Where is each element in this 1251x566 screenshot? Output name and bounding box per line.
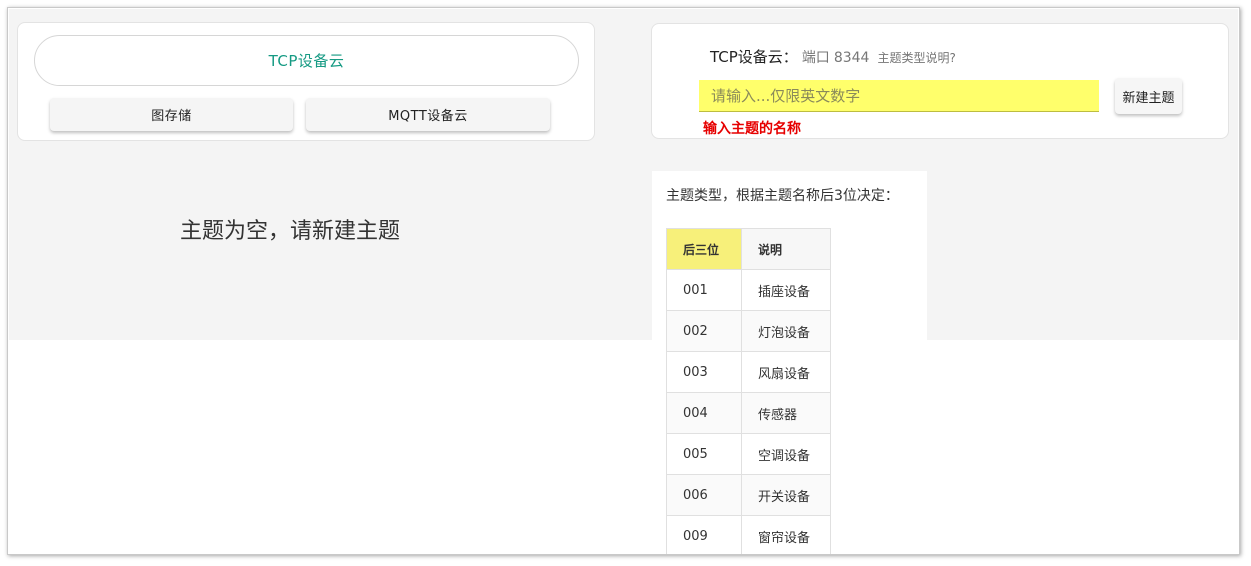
mqtt-device-cloud-button[interactable]: MQTT设备云 xyxy=(306,98,550,131)
table-header-row: 后三位 说明 xyxy=(666,228,831,270)
topic-type-table: 后三位 说明 001 插座设备 002 灯泡设备 003 风扇设备 004 传感… xyxy=(666,228,831,554)
topic-type-help-link[interactable]: 主题类型说明? xyxy=(877,51,955,65)
card-title: TCP设备云： xyxy=(710,48,798,66)
suffix-cell: 006 xyxy=(666,474,742,516)
description-cell: 传感器 xyxy=(741,392,831,434)
port-label: 端口 xyxy=(801,50,830,66)
description-cell: 灯泡设备 xyxy=(741,310,831,352)
description-cell: 空调设备 xyxy=(741,433,831,475)
suffix-cell: 002 xyxy=(666,310,742,352)
topic-name-hint: 输入主题的名称 xyxy=(703,121,801,137)
new-topic-button[interactable]: 新建主题 xyxy=(1115,78,1182,114)
image-storage-button[interactable]: 图存储 xyxy=(50,98,293,131)
table-row: 004 传感器 xyxy=(666,392,831,434)
table-row: 001 插座设备 xyxy=(666,269,831,311)
table-row: 003 风扇设备 xyxy=(666,351,831,393)
new-topic-card: TCP设备云：端口8344 主题类型说明? 新建主题 输入主题的名称 xyxy=(651,23,1229,139)
suffix-cell: 003 xyxy=(666,351,742,393)
suffix-cell: 001 xyxy=(666,269,742,311)
tcp-device-cloud-button[interactable]: TCP设备云 xyxy=(34,35,579,86)
column-header-suffix: 后三位 xyxy=(666,228,742,270)
description-cell: 风扇设备 xyxy=(741,351,831,393)
topic-name-input[interactable] xyxy=(699,80,1099,112)
description-cell: 插座设备 xyxy=(741,269,831,311)
empty-topics-message: 主题为空，请新建主题 xyxy=(180,219,401,244)
topic-type-description: 主题类型，根据主题名称后3位决定： xyxy=(666,188,899,204)
port-number: 8344 xyxy=(833,50,870,66)
table-row: 002 灯泡设备 xyxy=(666,310,831,352)
description-cell: 开关设备 xyxy=(741,474,831,516)
table-row: 009 窗帘设备 xyxy=(666,515,831,554)
description-cell: 窗帘设备 xyxy=(741,515,831,554)
app-frame: TCP设备云 图存储 MQTT设备云 TCP设备云： 端口 8344 主题类型说明? … xyxy=(7,7,1240,555)
device-cloud-card: TCP设备云 图存储 MQTT设备云 xyxy=(17,22,595,141)
suffix-cell: 005 xyxy=(666,433,742,475)
table-row: 005 空调设备 xyxy=(666,433,831,475)
suffix-cell: 004 xyxy=(666,392,742,434)
column-header-description: 说明 xyxy=(741,228,831,270)
suffix-cell: 009 xyxy=(666,515,742,554)
topic-type-panel: 主题类型，根据主题名称后3位决定： 后三位 说明 001 插座设备 002 灯泡… xyxy=(652,171,927,554)
table-row: 006 开关设备 xyxy=(666,474,831,516)
card-header: TCP设备云： 端口 8344 主题类型说明? xyxy=(710,46,956,67)
